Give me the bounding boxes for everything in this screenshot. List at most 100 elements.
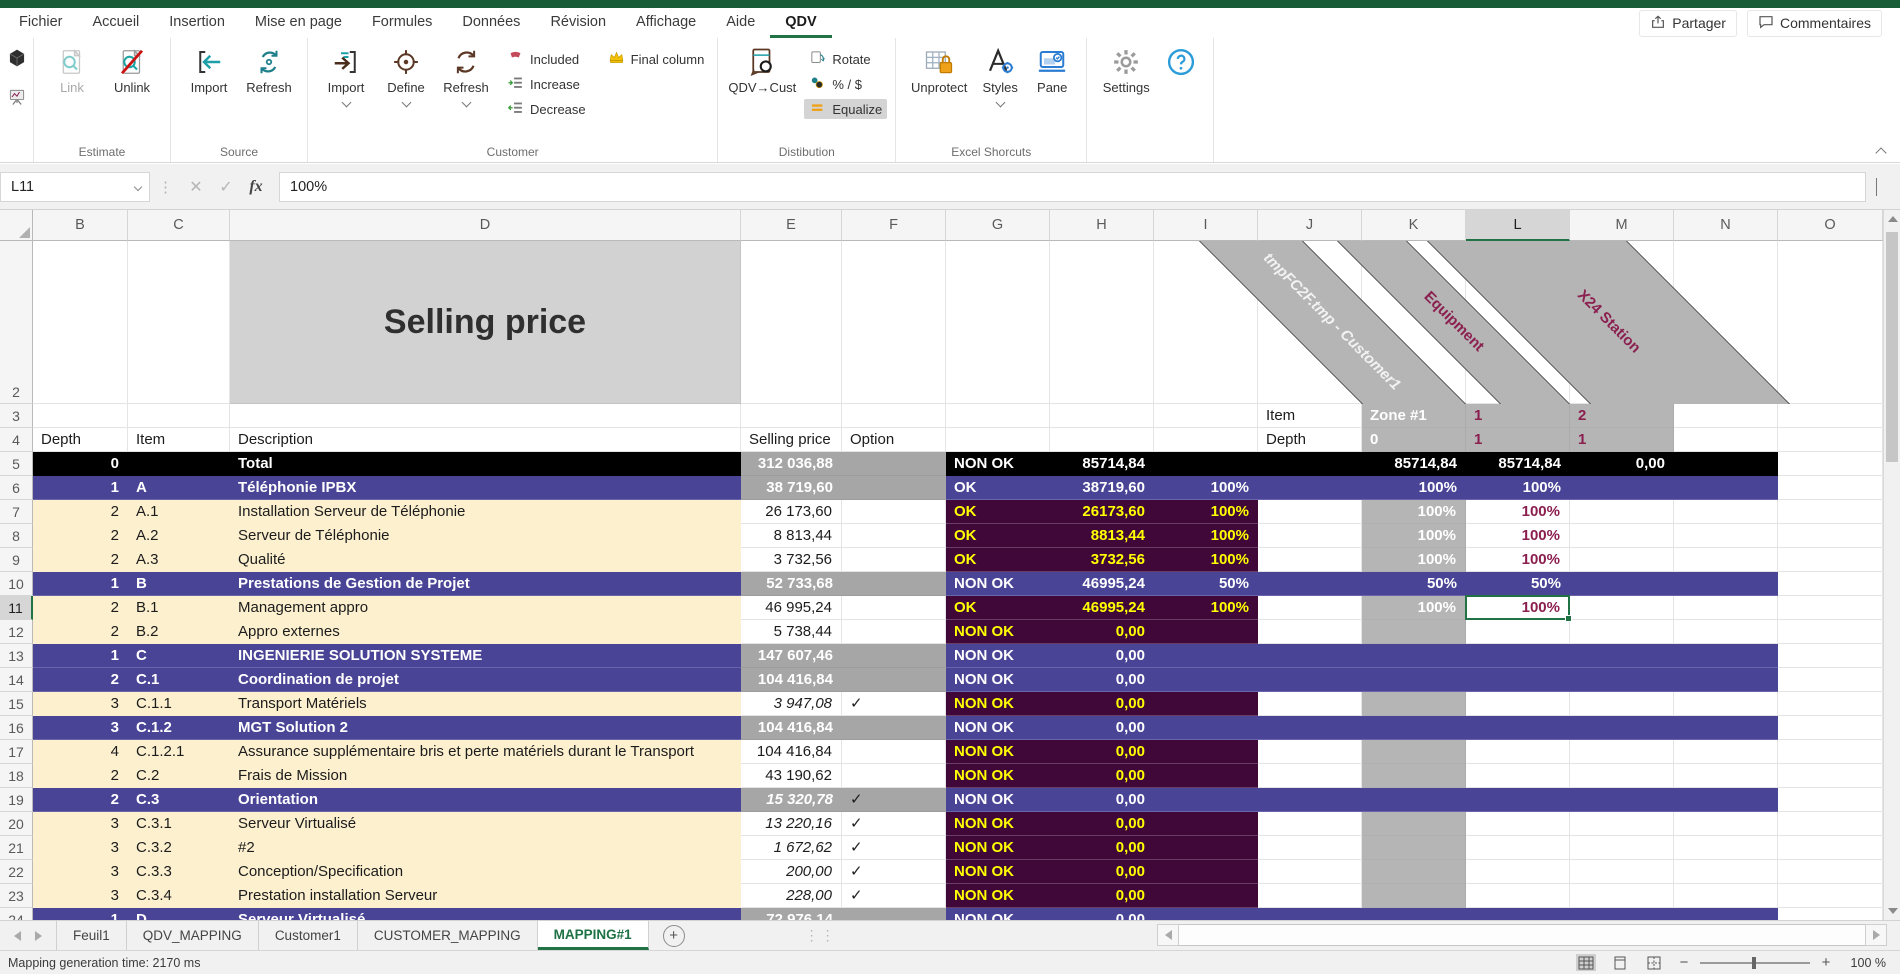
cell-L7[interactable]: 100% xyxy=(1466,500,1570,524)
cell-H24[interactable]: 0,00 xyxy=(1050,908,1154,920)
cell-B2[interactable] xyxy=(33,241,128,404)
cell-H8[interactable]: 8813,44 xyxy=(1050,524,1154,548)
cell-E5[interactable]: 312 036,88 xyxy=(741,452,842,476)
column-header-D[interactable]: D xyxy=(230,210,741,241)
cell-D23[interactable]: Prestation installation Serveur xyxy=(230,884,741,908)
cell-O15[interactable] xyxy=(1778,692,1883,716)
cell-K6[interactable]: 100% xyxy=(1362,476,1466,500)
row-header-19[interactable]: 19 xyxy=(0,788,33,812)
cell-L9[interactable]: 100% xyxy=(1466,548,1570,572)
cell-H16[interactable]: 0,00 xyxy=(1050,716,1154,740)
zoom-out-button[interactable]: − xyxy=(1678,954,1690,971)
cell-J22[interactable] xyxy=(1258,860,1362,884)
cell-M4[interactable]: 1 xyxy=(1570,428,1674,452)
cell-J11[interactable] xyxy=(1258,596,1362,620)
cell-K10[interactable]: 50% xyxy=(1362,572,1466,596)
cell-B21[interactable]: 3 xyxy=(33,836,128,860)
cell-I2[interactable] xyxy=(1154,241,1258,404)
cell-D4[interactable]: Description xyxy=(230,428,741,452)
refresh-customer-dropdown-icon[interactable] xyxy=(461,98,471,108)
cell-D8[interactable]: Serveur de Téléphonie xyxy=(230,524,741,548)
row-header-22[interactable]: 22 xyxy=(0,860,33,884)
cell-G2[interactable] xyxy=(946,241,1050,404)
row-header-12[interactable]: 12 xyxy=(0,620,33,644)
cell-E23[interactable]: 228,00 xyxy=(741,884,842,908)
cell-F17[interactable] xyxy=(842,740,946,764)
cell-E10[interactable]: 52 733,68 xyxy=(741,572,842,596)
column-header-H[interactable]: H xyxy=(1050,210,1154,241)
menu-tab-fichier[interactable]: Fichier xyxy=(4,8,78,38)
cell-N7[interactable] xyxy=(1674,500,1778,524)
sheet-tab-mapping#1[interactable]: MAPPING#1 xyxy=(538,921,649,950)
cell-N17[interactable] xyxy=(1674,740,1778,764)
scroll-right-arrow[interactable] xyxy=(1865,924,1887,946)
cell-L4[interactable]: 1 xyxy=(1466,428,1570,452)
cell-O24[interactable] xyxy=(1778,908,1883,920)
cell-C24[interactable]: D xyxy=(128,908,230,920)
cell-L23[interactable] xyxy=(1466,884,1570,908)
import-customer-button[interactable]: Import xyxy=(316,42,376,106)
cell-F3[interactable] xyxy=(842,404,946,428)
cell-G14[interactable]: NON OK xyxy=(946,668,1050,692)
cell-G21[interactable]: NON OK xyxy=(946,836,1050,860)
cell-C4[interactable]: Item xyxy=(128,428,230,452)
cell-C8[interactable]: A.2 xyxy=(128,524,230,548)
cell-C19[interactable]: C.3 xyxy=(128,788,230,812)
cell-G18[interactable]: NON OK xyxy=(946,764,1050,788)
column-header-N[interactable]: N xyxy=(1674,210,1778,241)
row-header-17[interactable]: 17 xyxy=(0,740,33,764)
cell-B10[interactable]: 1 xyxy=(33,572,128,596)
cell-H20[interactable]: 0,00 xyxy=(1050,812,1154,836)
cell-D20[interactable]: Serveur Virtualisé xyxy=(230,812,741,836)
cell-O14[interactable] xyxy=(1778,668,1883,692)
cell-C21[interactable]: C.3.2 xyxy=(128,836,230,860)
menu-tab-données[interactable]: Données xyxy=(447,8,535,38)
cell-H10[interactable]: 46995,24 xyxy=(1050,572,1154,596)
cell-D12[interactable]: Appro externes xyxy=(230,620,741,644)
cell-K18[interactable] xyxy=(1362,764,1466,788)
column-header-O[interactable]: O xyxy=(1778,210,1883,241)
cell-G16[interactable]: NON OK xyxy=(946,716,1050,740)
cell-C2[interactable] xyxy=(128,241,230,404)
cell-G8[interactable]: OK xyxy=(946,524,1050,548)
sheet-tab-qdv_mapping[interactable]: QDV_MAPPING xyxy=(127,921,259,950)
cell-B12[interactable]: 2 xyxy=(33,620,128,644)
cell-D14[interactable]: Coordination de projet xyxy=(230,668,741,692)
row-header-21[interactable]: 21 xyxy=(0,836,33,860)
cell-O12[interactable] xyxy=(1778,620,1883,644)
cell-C18[interactable]: C.2 xyxy=(128,764,230,788)
cell-M8[interactable] xyxy=(1570,524,1674,548)
cell-F2[interactable] xyxy=(842,241,946,404)
cell-D16[interactable]: MGT Solution 2 xyxy=(230,716,741,740)
sheet-tab-customer_mapping[interactable]: CUSTOMER_MAPPING xyxy=(358,921,538,950)
cell-B20[interactable]: 3 xyxy=(33,812,128,836)
cell-F18[interactable] xyxy=(842,764,946,788)
active-cell-selection-L11[interactable] xyxy=(1465,595,1570,620)
cell-L6[interactable]: 100% xyxy=(1466,476,1570,500)
name-box[interactable]: L11 xyxy=(0,172,150,202)
cell-B14[interactable]: 2 xyxy=(33,668,128,692)
cell-B13[interactable]: 1 xyxy=(33,644,128,668)
unprotect-button[interactable]: Unprotect xyxy=(904,42,974,95)
cell-F11[interactable] xyxy=(842,596,946,620)
cell-F9[interactable] xyxy=(842,548,946,572)
cell-E18[interactable]: 43 190,62 xyxy=(741,764,842,788)
column-header-F[interactable]: F xyxy=(842,210,946,241)
column-header-E[interactable]: E xyxy=(741,210,842,241)
row-header-4[interactable]: 4 xyxy=(0,428,33,452)
cell-I6[interactable]: 100% xyxy=(1154,476,1258,500)
cell-F7[interactable] xyxy=(842,500,946,524)
cell-K3[interactable]: Zone #1 xyxy=(1362,404,1466,428)
cell-F21[interactable]: ✓ xyxy=(842,836,946,860)
cell-O21[interactable] xyxy=(1778,836,1883,860)
column-header-I[interactable]: I xyxy=(1154,210,1258,241)
cell-H17[interactable]: 0,00 xyxy=(1050,740,1154,764)
cell-B4[interactable]: Depth xyxy=(33,428,128,452)
increase-button[interactable]: Increase xyxy=(502,74,591,94)
sheet-nav-left-icon[interactable] xyxy=(14,931,21,941)
cell-G7[interactable]: OK xyxy=(946,500,1050,524)
cell-D10[interactable]: Prestations de Gestion de Projet xyxy=(230,572,741,596)
row-header-16[interactable]: 16 xyxy=(0,716,33,740)
cell-O6[interactable] xyxy=(1778,476,1883,500)
cell-O9[interactable] xyxy=(1778,548,1883,572)
